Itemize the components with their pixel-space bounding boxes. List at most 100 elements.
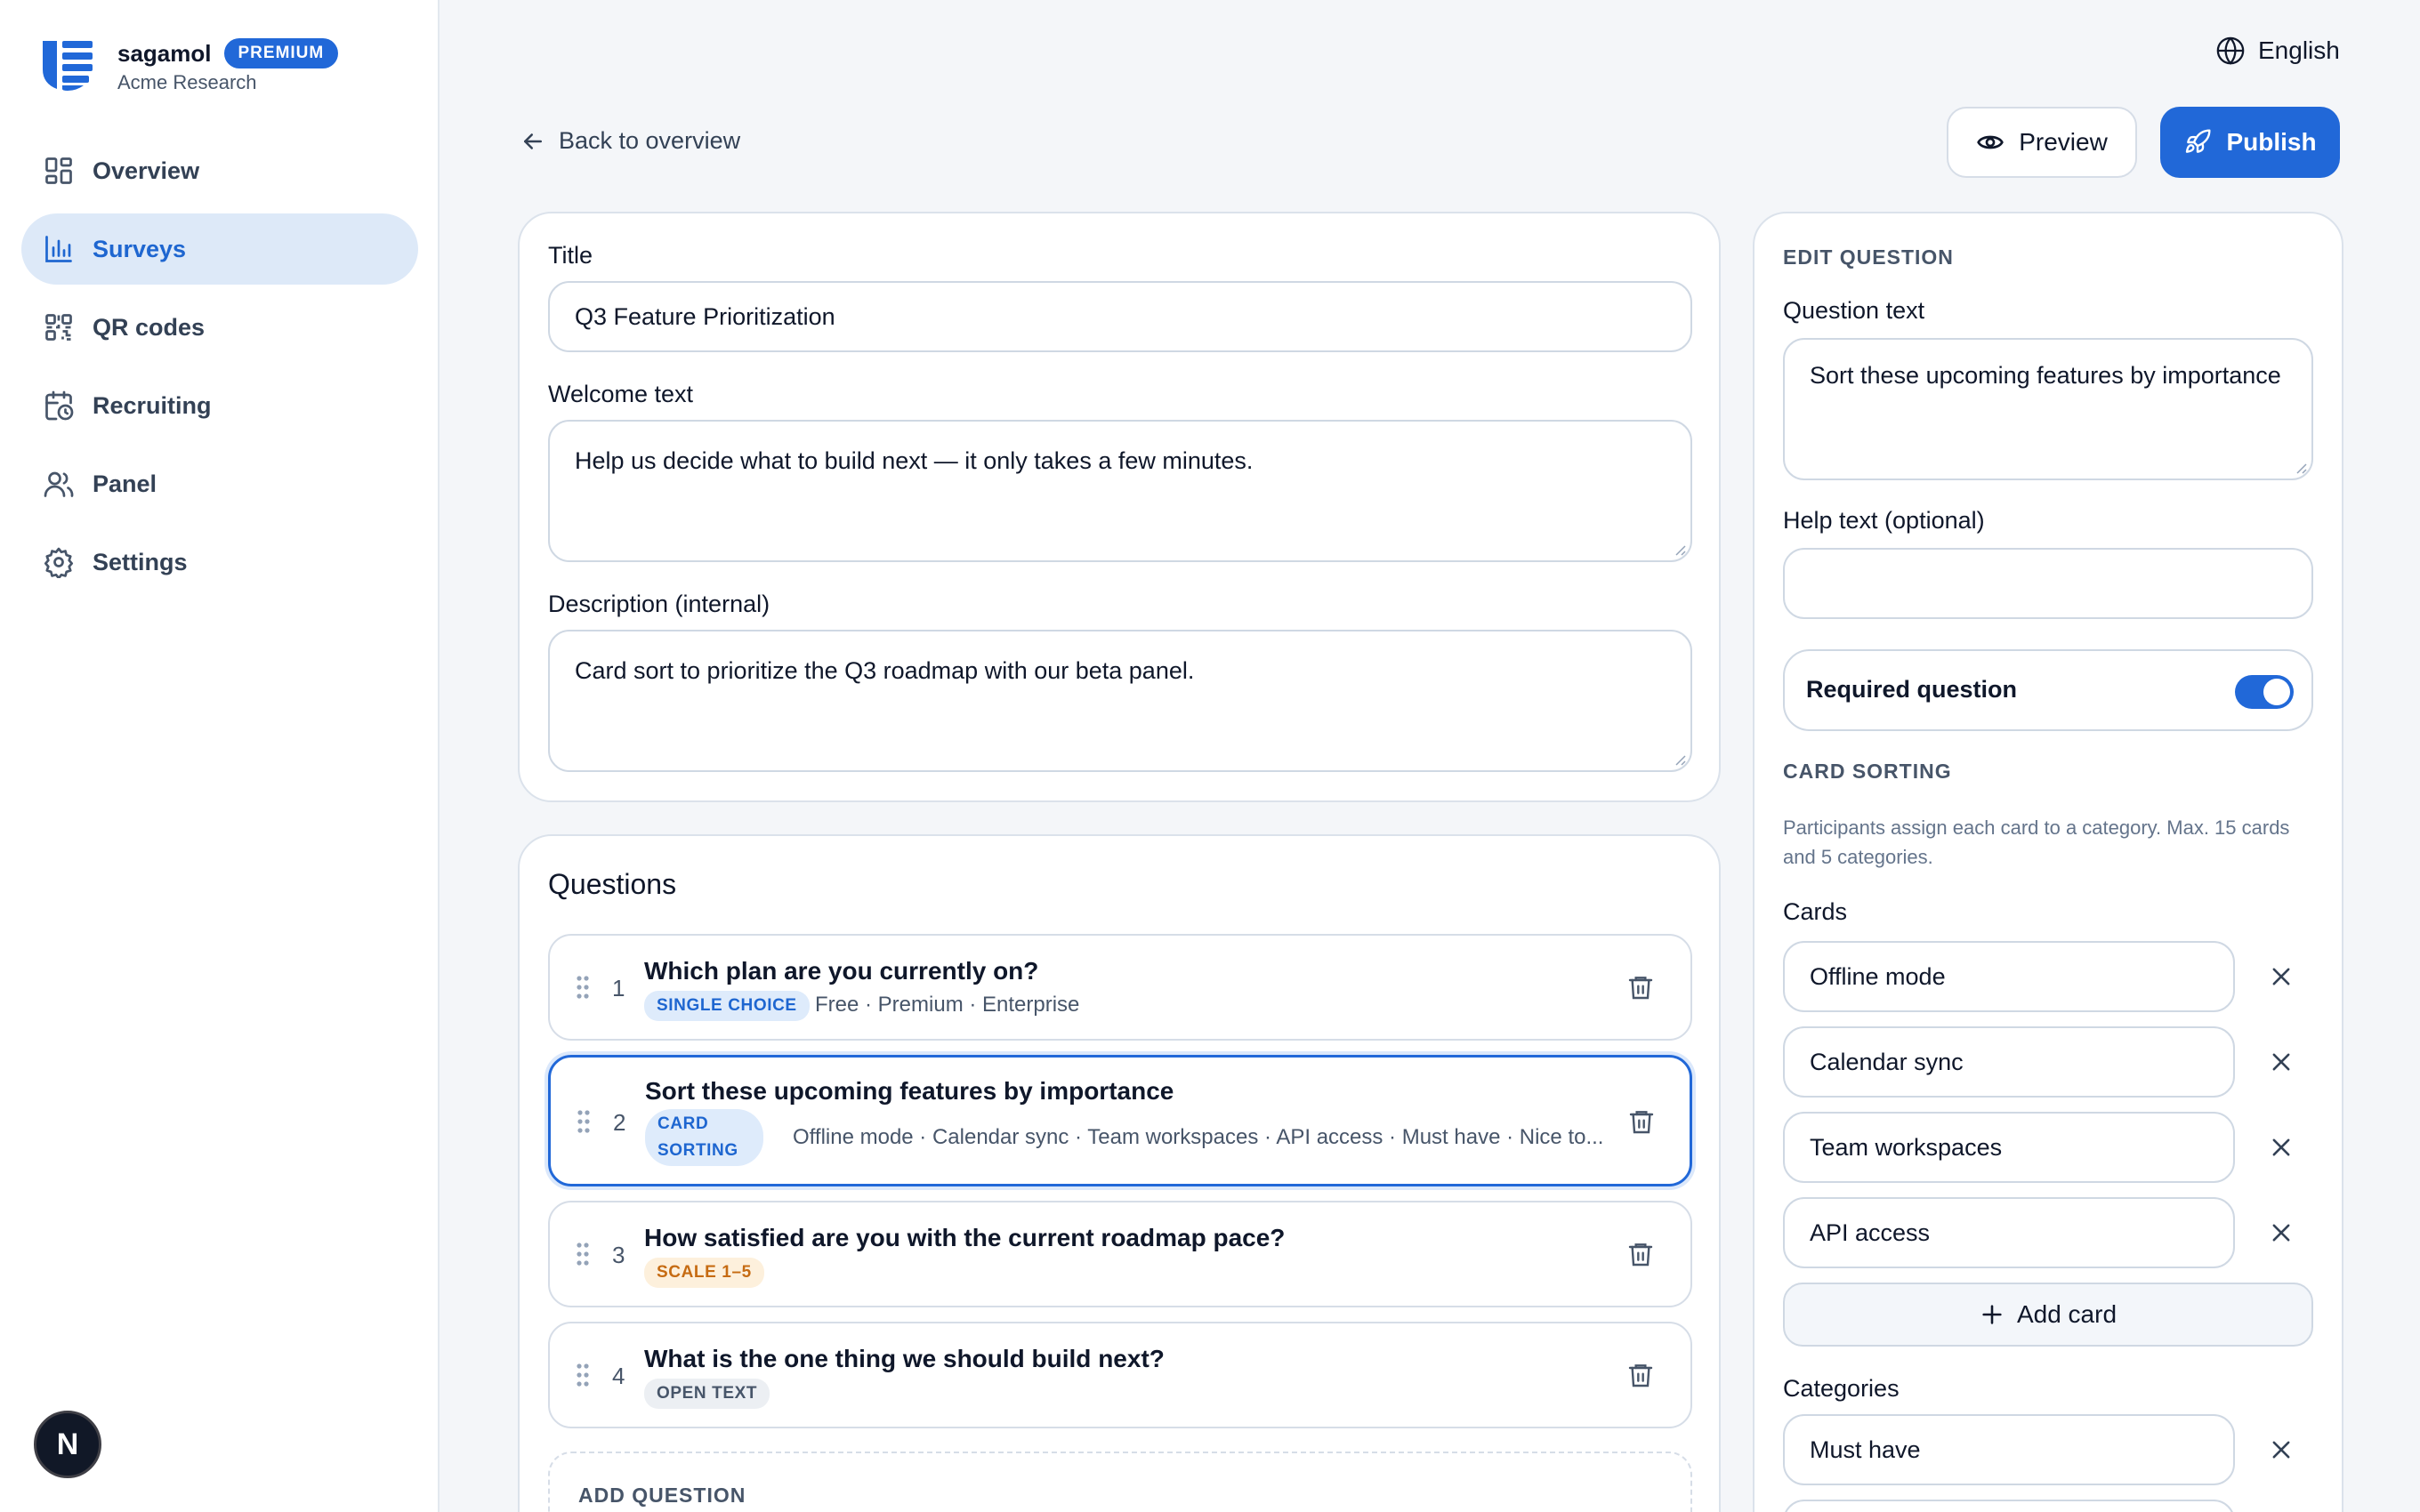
sidebar-item-label: Overview [93, 157, 200, 184]
welcome-text-textarea[interactable]: Help us decide what to build next — it o… [548, 420, 1692, 562]
bar-chart-icon [45, 236, 72, 262]
sidebar-item-settings[interactable]: Settings [21, 527, 418, 598]
plus-icon [1982, 1305, 2002, 1324]
help-text-input[interactable] [1783, 548, 2313, 619]
card-input[interactable]: Calendar sync [1783, 1026, 2235, 1098]
card-sorting-help-text: Participants assign each card to a categ… [1783, 816, 2290, 868]
question-number: 3 [612, 1242, 625, 1268]
preview-button[interactable]: Preview [1947, 107, 2137, 178]
trash-icon[interactable] [1626, 1240, 1655, 1268]
qr-code-icon [45, 314, 72, 341]
sidebar-item-overview[interactable]: Overview [21, 135, 418, 206]
close-icon[interactable] [2269, 1437, 2294, 1462]
edit-question-panel: EDIT QUESTION Question text Sort these u… [1753, 212, 2343, 1512]
categories-label: Categories [1783, 1375, 1900, 1402]
trash-icon[interactable] [1626, 1361, 1655, 1389]
assistant-avatar-button[interactable]: N [34, 1411, 101, 1478]
sidebar-item-label: Recruiting [93, 391, 212, 419]
resize-handle-icon[interactable] [2294, 461, 2308, 475]
question-number: 1 [612, 975, 625, 1001]
drag-handle-icon[interactable] [575, 975, 591, 1000]
resize-handle-icon[interactable] [1673, 752, 1687, 767]
question-text-value: Sort these upcoming features by importan… [1810, 362, 2281, 389]
card-value: Team workspaces [1810, 1133, 2003, 1161]
edit-question-caption: EDIT QUESTION [1783, 245, 1954, 269]
premium-badge: PREMIUM [223, 38, 339, 68]
close-icon[interactable] [2269, 1220, 2294, 1245]
title-input[interactable]: Q3 Feature Prioritization [548, 281, 1692, 352]
card-input[interactable]: Team workspaces [1783, 1112, 2235, 1183]
back-to-overview-link[interactable]: Back to overview [520, 127, 740, 155]
question-title: What is the one thing we should build ne… [644, 1345, 1165, 1372]
description-value: Card sort to prioritize the Q3 roadmap w… [575, 657, 1195, 684]
question-title: How satisfied are you with the current r… [644, 1224, 1286, 1251]
card-input[interactable]: Offline mode [1783, 941, 2235, 1012]
question-options-summary: Free · Premium · Enterprise [815, 993, 1080, 1017]
sidebar-item-qr-codes[interactable]: QR codes [21, 292, 418, 363]
card-value: Calendar sync [1810, 1048, 1964, 1075]
question-title: Which plan are you currently on? [644, 957, 1039, 985]
sidebar-item-label: Settings [93, 548, 188, 575]
sidebar-nav: Overview Surveys QR codes Recruiting Pan… [21, 135, 418, 605]
eye-icon [1977, 135, 2005, 149]
sidebar-item-panel[interactable]: Panel [21, 448, 418, 519]
sidebar-item-label: Panel [93, 470, 157, 497]
close-icon[interactable] [2269, 1050, 2294, 1074]
rocket-icon [2186, 129, 2211, 153]
brand[interactable]: sagamol PREMIUM Acme Research [41, 37, 339, 94]
question-row-selected[interactable]: 2 Sort these upcoming features by import… [548, 1055, 1692, 1186]
questions-card: Questions 1 Which plan are you currently… [518, 834, 1721, 1512]
add-question-section[interactable]: ADD QUESTION [548, 1452, 1692, 1512]
brand-name: sagamol [117, 39, 212, 67]
category-input[interactable] [1783, 1500, 2235, 1512]
globe-icon [2216, 36, 2245, 65]
gear-icon [44, 547, 74, 578]
resize-handle-icon[interactable] [1673, 543, 1687, 557]
category-input[interactable]: Must have [1783, 1414, 2235, 1485]
required-question-toggle-row[interactable]: Required question [1783, 649, 2313, 731]
category-value: Must have [1810, 1436, 1921, 1463]
add-question-label: ADD QUESTION [578, 1484, 746, 1507]
close-icon[interactable] [2269, 964, 2294, 989]
assistant-avatar-letter: N [56, 1427, 79, 1461]
question-text-label: Question text [1783, 297, 1925, 324]
trash-icon[interactable] [1627, 1107, 1656, 1136]
add-card-button[interactable]: Add card [1783, 1283, 2313, 1347]
question-options-summary: Offline mode · Calendar sync · Team work… [793, 1125, 1604, 1149]
question-type-badge: OPEN TEXT [644, 1379, 770, 1409]
drag-handle-icon[interactable] [575, 1242, 591, 1267]
close-icon[interactable] [2269, 1135, 2294, 1160]
brand-logo-icon [43, 41, 93, 91]
question-row[interactable]: 4 What is the one thing we should build … [548, 1322, 1692, 1428]
question-type-badge: SCALE 1–5 [644, 1258, 764, 1288]
question-number: 2 [613, 1109, 626, 1136]
language-label: English [2258, 36, 2340, 64]
question-row[interactable]: 3 How satisfied are you with the current… [548, 1201, 1692, 1307]
survey-details-card: Title Q3 Feature Prioritization Welcome … [518, 212, 1721, 802]
sidebar-item-label: Surveys [93, 235, 187, 262]
sidebar-item-recruiting[interactable]: Recruiting [21, 370, 418, 441]
preview-label: Preview [2019, 128, 2108, 156]
badge-line: SORTING [657, 1141, 738, 1160]
drag-handle-icon[interactable] [576, 1109, 592, 1134]
language-selector[interactable]: English [2215, 36, 2340, 66]
question-text-textarea[interactable]: Sort these upcoming features by importan… [1783, 338, 2313, 480]
question-row[interactable]: 1 Which plan are you currently on? SINGL… [548, 934, 1692, 1041]
drag-handle-icon[interactable] [575, 1363, 591, 1387]
description-label: Description (internal) [548, 591, 770, 617]
back-label: Back to overview [559, 127, 741, 154]
arrow-left-icon [524, 133, 542, 149]
description-textarea[interactable]: Card sort to prioritize the Q3 roadmap w… [548, 630, 1692, 772]
card-value: Offline mode [1810, 962, 1946, 990]
card-value: API access [1810, 1218, 1931, 1246]
card-input[interactable]: API access [1783, 1197, 2235, 1268]
add-card-label: Add card [2016, 1300, 2118, 1328]
trash-icon[interactable] [1626, 973, 1655, 1001]
organization-name: Acme Research [117, 71, 257, 93]
cards-label: Cards [1783, 898, 1848, 925]
question-type-badge: SINGLE CHOICE [644, 991, 810, 1021]
card-sorting-caption: CARD SORTING [1783, 760, 1952, 783]
required-question-switch[interactable] [2235, 675, 2294, 709]
publish-button[interactable]: Publish [2160, 107, 2340, 178]
sidebar-item-surveys[interactable]: Surveys [21, 213, 418, 285]
